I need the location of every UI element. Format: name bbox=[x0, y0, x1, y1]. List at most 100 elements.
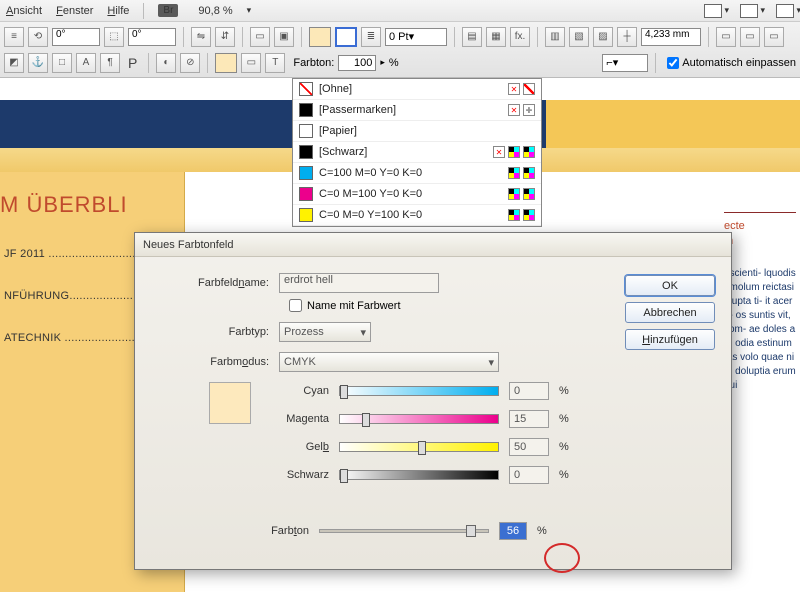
select-container-icon[interactable]: ▣ bbox=[274, 27, 294, 47]
add-button[interactable]: Hinzufügen bbox=[625, 329, 715, 350]
select-content-icon[interactable]: ▭ bbox=[250, 27, 270, 47]
swatch-chip bbox=[299, 208, 313, 222]
cyan-label: Cyan bbox=[269, 385, 329, 397]
frame-fit-a-icon[interactable]: ▭ bbox=[716, 27, 736, 47]
swatches-dropdown[interactable]: [Ohne]✕[Passermarken]✕✛[Papier][Schwarz]… bbox=[292, 78, 542, 227]
swatch-cmyk-icon bbox=[523, 146, 535, 158]
swatch-x-icon: ✕ bbox=[508, 83, 520, 95]
magenta-value[interactable]: 15 bbox=[509, 410, 549, 428]
swatch-chip bbox=[299, 124, 313, 138]
text-frame-icon[interactable]: ▦ bbox=[486, 27, 506, 47]
measure-input[interactable]: 4,233 mm bbox=[641, 28, 701, 46]
opacity-icon[interactable]: ◐ bbox=[156, 53, 176, 73]
corner-icon[interactable]: ◩ bbox=[4, 53, 24, 73]
cyan-value[interactable]: 0 bbox=[509, 382, 549, 400]
text-color-icon[interactable]: T bbox=[265, 53, 285, 73]
align-icon[interactable]: ≡ bbox=[4, 27, 24, 47]
stroke-swatch[interactable] bbox=[335, 27, 357, 47]
control-toolbar: ≡ ⟲ 0° ⬚ 0° ⇋ ⇵ ▭ ▣ ≣ 0 Pt▾ ▤ ▦ fx. ▥ ▧ … bbox=[0, 22, 800, 78]
shear-input[interactable]: 0° bbox=[128, 28, 176, 46]
swatch-cmyk-icon bbox=[523, 188, 535, 200]
swatch-cmyk-icon bbox=[508, 188, 520, 200]
gelb-value[interactable]: 50 bbox=[509, 438, 549, 456]
object-icon[interactable]: □ bbox=[52, 53, 72, 73]
pilcrow-icon: P bbox=[128, 55, 137, 71]
right-page: ecte m escienti- lquodis emolum reictasi… bbox=[720, 204, 800, 604]
swatch-cmyk-icon bbox=[508, 209, 520, 221]
autofit-checkbox[interactable]: Automatisch einpassen bbox=[667, 57, 796, 69]
fit-icon-3[interactable]: ▨ bbox=[593, 27, 613, 47]
farbton-slider-label: Farbton bbox=[249, 525, 309, 537]
fill-swatch-2[interactable] bbox=[215, 53, 237, 73]
type-select[interactable]: Prozess▾ bbox=[279, 322, 371, 342]
percent-sign: % bbox=[389, 57, 399, 69]
swatch-chip bbox=[299, 103, 313, 117]
stroke-weight-select[interactable]: 0 Pt▾ bbox=[385, 28, 447, 46]
gelb-slider[interactable] bbox=[339, 442, 499, 452]
apply-color-icon[interactable]: ▭ bbox=[241, 53, 261, 73]
rotate-icon[interactable]: ⟲ bbox=[28, 27, 48, 47]
bridge-badge[interactable]: Br bbox=[158, 4, 178, 17]
view-mode-icon[interactable] bbox=[704, 4, 722, 18]
cancel-button[interactable]: Abbrechen bbox=[625, 302, 715, 323]
swatch-name: [Papier] bbox=[319, 125, 529, 137]
swatch-cmyk-icon bbox=[508, 167, 520, 179]
swatch-x-icon: ✕ bbox=[508, 104, 520, 116]
swatch-row[interactable]: [Ohne] ✕ bbox=[293, 79, 541, 100]
yellow-band bbox=[546, 100, 800, 148]
swatch-row[interactable]: [Passermarken]✕✛ bbox=[293, 100, 541, 121]
char-icon[interactable]: A bbox=[76, 53, 96, 73]
gelb-label: Gelb bbox=[269, 441, 329, 453]
mode-select[interactable]: CMYK▾ bbox=[279, 352, 499, 372]
frame-fit-c-icon[interactable]: ▭ bbox=[764, 27, 784, 47]
ok-button[interactable]: OK bbox=[625, 275, 715, 296]
anchor-icon[interactable]: ⚓ bbox=[28, 53, 48, 73]
flip-v-icon[interactable]: ⇵ bbox=[215, 27, 235, 47]
cyan-slider[interactable] bbox=[339, 386, 499, 396]
farbton-value[interactable]: 100 bbox=[338, 55, 376, 71]
rotate-input[interactable]: 0° bbox=[52, 28, 100, 46]
farbton-slider[interactable] bbox=[319, 529, 489, 533]
swatch-row[interactable]: [Papier] bbox=[293, 121, 541, 142]
schwarz-slider[interactable] bbox=[339, 470, 499, 480]
no-stroke-icon[interactable]: ⊘ bbox=[180, 53, 200, 73]
flip-h-icon[interactable]: ⇋ bbox=[191, 27, 211, 47]
magenta-slider[interactable] bbox=[339, 414, 499, 424]
schwarz-value[interactable]: 0 bbox=[509, 466, 549, 484]
menu-hilfe[interactable]: Hilfe bbox=[107, 5, 129, 17]
swatch-row[interactable]: C=0 M=0 Y=100 K=0 bbox=[293, 205, 541, 226]
swatch-row[interactable]: [Schwarz]✕ bbox=[293, 142, 541, 163]
shear-icon[interactable]: ⬚ bbox=[104, 27, 124, 47]
corner-style-select[interactable]: ⌐▾ bbox=[602, 54, 648, 72]
swatch-name: [Schwarz] bbox=[319, 146, 487, 158]
farbton-value-input[interactable]: 56 bbox=[499, 522, 527, 540]
fit-icon-2[interactable]: ▧ bbox=[569, 27, 589, 47]
swatch-chip bbox=[299, 145, 313, 159]
swatch-name: C=0 M=100 Y=0 K=0 bbox=[319, 188, 502, 200]
name-input[interactable]: erdrot hell bbox=[279, 273, 439, 293]
zoom-level[interactable]: 90,8 % bbox=[198, 5, 232, 17]
new-tint-swatch-dialog: Neues Farbtonfeld OK Abbrechen Hinzufüge… bbox=[134, 232, 732, 570]
fit-icon-1[interactable]: ▥ bbox=[545, 27, 565, 47]
swatch-chip bbox=[299, 82, 313, 96]
frame-fit-b-icon[interactable]: ▭ bbox=[740, 27, 760, 47]
swatch-name: C=0 M=0 Y=100 K=0 bbox=[319, 209, 502, 221]
menu-fenster[interactable]: Fenster bbox=[56, 5, 93, 17]
swatch-name: [Ohne] bbox=[319, 83, 502, 95]
swatch-row[interactable]: C=0 M=100 Y=0 K=0 bbox=[293, 184, 541, 205]
type-label: Farbtyp: bbox=[149, 326, 279, 338]
menu-ansicht[interactable]: Ansicht bbox=[6, 5, 42, 17]
swatch-cmyk-icon bbox=[508, 146, 520, 158]
swatch-row[interactable]: C=100 M=0 Y=0 K=0 bbox=[293, 163, 541, 184]
highlight-circle bbox=[544, 543, 580, 573]
screen-mode-icon[interactable] bbox=[740, 4, 758, 18]
para-icon[interactable]: ¶ bbox=[100, 53, 120, 73]
fx-icon[interactable]: fx. bbox=[510, 27, 530, 47]
arrange-icon[interactable] bbox=[776, 4, 794, 18]
fill-swatch[interactable] bbox=[309, 27, 331, 47]
schwarz-label: Schwarz bbox=[269, 469, 329, 481]
measure-icon[interactable]: ┼ bbox=[617, 27, 637, 47]
swatch-cross-icon: ✛ bbox=[523, 104, 535, 116]
stroke-weight-icon[interactable]: ≣ bbox=[361, 27, 381, 47]
text-wrap-icon[interactable]: ▤ bbox=[462, 27, 482, 47]
